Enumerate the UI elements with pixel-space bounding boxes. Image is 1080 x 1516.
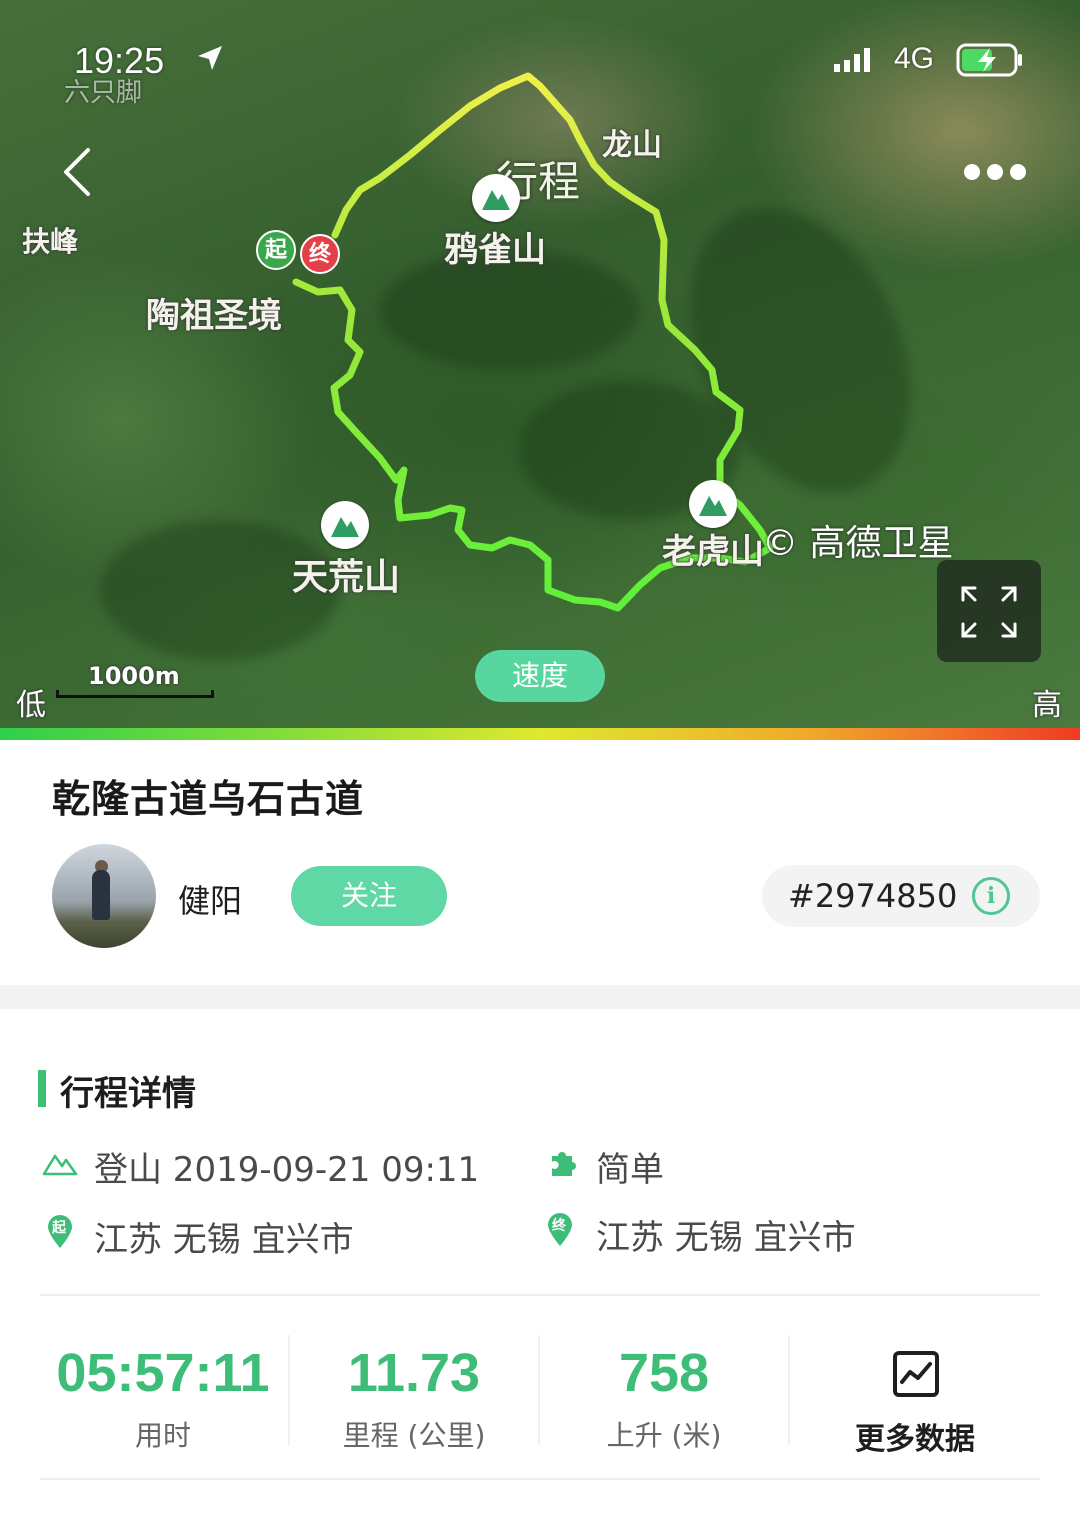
ascent-label: 上升 (米): [606, 1419, 722, 1452]
end-badge: 终: [552, 1218, 566, 1234]
legend-low: 低: [16, 688, 46, 723]
scale-text: 1000m: [88, 662, 180, 690]
battery-icon: [956, 43, 1022, 77]
trip-title: 乾隆古道乌石古道: [52, 777, 365, 821]
peak-marker[interactable]: [689, 480, 737, 528]
mountain-icon: [482, 190, 510, 210]
place-label: 天荒山: [292, 557, 401, 598]
section-separator: [0, 985, 1080, 1009]
speed-legend-bar: [0, 728, 1080, 740]
peak-marker[interactable]: [472, 174, 520, 222]
map-copyright: © 高德卫星: [762, 523, 954, 564]
signal-icon: [834, 48, 870, 72]
section-title: 行程详情: [60, 1074, 196, 1114]
place-label: 鸦雀山: [444, 230, 546, 270]
start-badge: 起: [52, 1220, 66, 1236]
follow-button[interactable]: 关注: [291, 866, 447, 926]
activity-datetime: 登山 2019-09-21 09:11: [94, 1150, 480, 1190]
mountain-icon: [331, 517, 359, 537]
trip-id-badge[interactable]: #2974850 i: [762, 865, 1040, 927]
start-location: 江苏 无锡 宜兴市: [94, 1220, 354, 1260]
avatar[interactable]: [52, 844, 156, 948]
place-label: 老虎山: [662, 532, 764, 572]
mountain-icon: [699, 496, 727, 516]
start-pin[interactable]: 起: [256, 230, 296, 270]
location-pin-icon: 起: [46, 1214, 74, 1248]
chart-icon[interactable]: [892, 1350, 940, 1398]
more-dots-icon[interactable]: [962, 160, 1028, 184]
divider: [40, 1478, 1040, 1480]
legend-high: 高: [1032, 688, 1062, 723]
more-data-button[interactable]: 更多数据: [790, 1414, 1040, 1458]
distance-label: 里程 (公里): [342, 1419, 486, 1452]
fullscreen-button[interactable]: [937, 560, 1041, 662]
trip-id: #2974850: [788, 877, 958, 915]
puzzle-icon: [552, 1152, 576, 1176]
difficulty: 简单: [596, 1150, 664, 1190]
location-arrow-icon: [198, 46, 222, 70]
speed-mode-button[interactable]: 速度: [475, 650, 605, 702]
place-label: 龙山: [602, 128, 662, 163]
ascent-value: 758: [618, 1343, 710, 1403]
mountain-icon: [42, 1154, 78, 1176]
route-track: [292, 72, 774, 612]
place-label: 陶祖圣境: [146, 296, 282, 336]
route-map[interactable]: 19:25 六只脚 4G 行程 扶峰 龙山 鸦雀山 陶祖圣境 天荒山 老虎山 起…: [0, 0, 1080, 728]
duration-value: 05:57:11: [56, 1343, 270, 1403]
end-location: 江苏 无锡 宜兴市: [596, 1218, 856, 1258]
info-icon[interactable]: i: [972, 877, 1010, 915]
network-type: 4G: [894, 42, 935, 75]
back-arrow-icon[interactable]: [58, 146, 94, 198]
location-pin-icon: 终: [546, 1212, 574, 1246]
scale-bar: [56, 690, 214, 698]
end-pin[interactable]: 终: [300, 234, 340, 274]
username[interactable]: 健阳: [178, 876, 242, 922]
distance-value: 11.73: [347, 1343, 481, 1403]
section-marker: [38, 1070, 46, 1107]
app-watermark: 六只脚: [64, 78, 143, 108]
expand-icon: [961, 586, 1017, 638]
place-label: 扶峰: [22, 225, 79, 258]
avatar-person: [92, 870, 110, 920]
divider: [40, 1294, 1040, 1296]
duration-label: 用时: [134, 1419, 191, 1452]
peak-marker[interactable]: [321, 501, 369, 549]
